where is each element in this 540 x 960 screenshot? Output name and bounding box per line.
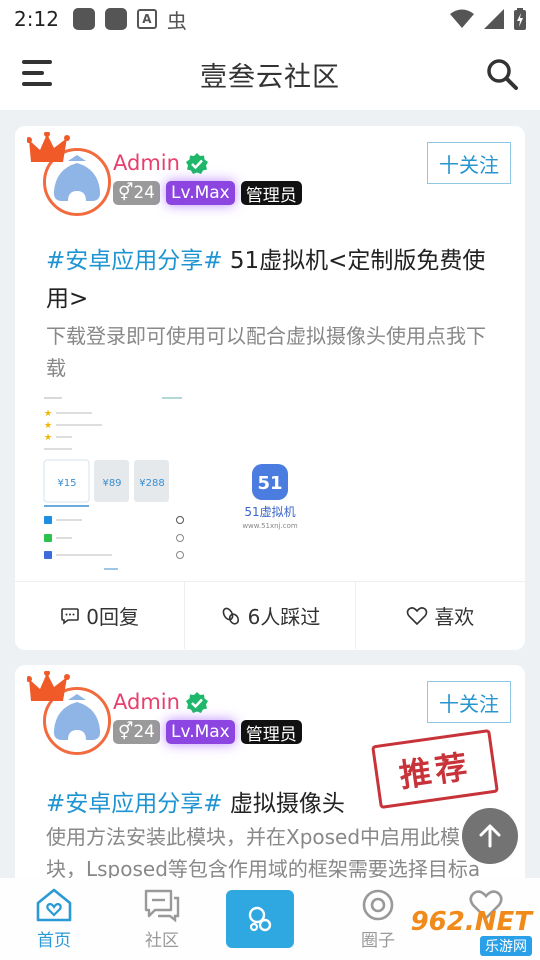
app-bar: 壹叁云社区 <box>0 38 540 110</box>
like-label: 喜欢 <box>434 605 475 629</box>
community-icon <box>144 889 180 922</box>
level-badge: Lv.Max <box>165 181 235 205</box>
battery-icon <box>514 8 526 30</box>
svg-text:★: ★ <box>44 433 52 443</box>
avatar[interactable] <box>27 671 119 755</box>
svg-text:¥89: ¥89 <box>102 478 121 489</box>
search-icon[interactable] <box>486 58 518 90</box>
avatar[interactable] <box>27 132 119 216</box>
post-title[interactable]: #安卓应用分享# 虚拟摄像头 <box>46 785 496 823</box>
status-time: 2:12 <box>14 7 59 31</box>
svg-text:51: 51 <box>257 473 282 494</box>
level-badge: Lv.Max <box>165 720 235 744</box>
post-card[interactable]: Admin ⚥24 Lv.Max 管理员 十关注 #安卓应用分享# 51虚拟机<… <box>15 126 525 650</box>
vm-screenshot-image: ★ ★ ★ ¥15 ¥89 ¥288 51 51虚拟机 www.51xnj.co… <box>42 394 298 580</box>
role-badge: 管理员 <box>240 181 302 206</box>
post-description: 下载登录即可使用可以配合虚拟摄像头使用点我下载 <box>46 324 486 380</box>
compose-icon <box>248 906 272 932</box>
nav-home-label: 首页 <box>37 931 71 951</box>
svg-text:★: ★ <box>44 409 52 419</box>
post-actions: 0回复 6人踩过 喜欢 <box>15 581 525 649</box>
post-image[interactable]: ★ ★ ★ ¥15 ¥89 ¥288 51 51虚拟机 www.51xnj.co… <box>42 394 332 580</box>
home-icon <box>36 888 72 922</box>
signal-icon <box>484 9 504 29</box>
username[interactable]: Admin <box>113 690 180 714</box>
nav-community[interactable]: 社区 <box>108 878 216 960</box>
follow-button[interactable]: 十关注 <box>427 681 511 723</box>
post-feed[interactable]: Admin ⚥24 Lv.Max 管理员 十关注 #安卓应用分享# 51虚拟机<… <box>0 110 540 878</box>
notification-icon <box>104 8 127 30</box>
compose-button[interactable] <box>226 890 294 948</box>
role-badge: 管理员 <box>240 720 302 745</box>
status-bar: 2:12 A 虫 <box>0 0 540 38</box>
username[interactable]: Admin <box>113 151 180 175</box>
svg-text:www.51xnj.com: www.51xnj.com <box>242 522 298 530</box>
svg-text:51虚拟机: 51虚拟机 <box>244 505 295 519</box>
follow-button[interactable]: 十关注 <box>427 142 511 184</box>
comment-icon <box>61 607 80 625</box>
svg-text:¥288: ¥288 <box>139 478 164 489</box>
verified-icon <box>186 153 208 174</box>
nav-home[interactable]: 首页 <box>0 878 108 960</box>
watermark-text: 乐游网 <box>480 936 532 956</box>
reply-button[interactable]: 0回复 <box>15 582 186 649</box>
visits-button[interactable]: 6人踩过 <box>185 582 356 649</box>
crown-icon <box>27 132 70 162</box>
bug-notification-icon: 虫 <box>166 8 187 33</box>
post-title[interactable]: #安卓应用分享# 51虚拟机<定制版免费使用> <box>46 242 496 318</box>
svg-text:★: ★ <box>44 421 52 431</box>
topic-tag[interactable]: #安卓应用分享# <box>46 248 223 274</box>
post-card[interactable]: Admin ⚥24 Lv.Max 管理员 十关注 推荐 #安卓应用分享# 虚拟摄… <box>15 665 525 878</box>
gender-age-badge: ⚥24 <box>113 720 160 744</box>
font-notification-icon: A <box>136 9 157 29</box>
crown-icon <box>27 671 70 701</box>
reply-count: 0回复 <box>86 605 140 629</box>
arrow-up-icon <box>479 824 501 848</box>
watermark-logo: 962.NET <box>410 907 532 937</box>
visit-count: 6人踩过 <box>247 605 321 629</box>
site-watermark: 962.NET 乐游网 <box>390 904 540 960</box>
nav-community-label: 社区 <box>145 931 179 951</box>
menu-icon[interactable] <box>22 60 52 86</box>
footprint-icon <box>222 607 239 625</box>
wifi-icon <box>450 9 474 28</box>
topic-tag[interactable]: #安卓应用分享# <box>46 791 223 817</box>
like-button[interactable]: 喜欢 <box>356 582 525 649</box>
heart-icon <box>407 606 428 625</box>
nav-compose[interactable] <box>216 878 324 960</box>
page-title: 壹叁云社区 <box>200 61 340 93</box>
verified-icon <box>186 692 208 713</box>
post-description: 使用方法安装此模块，并在Xposed中启用此模块，Lsposed等包含作用域的框… <box>46 825 481 878</box>
notification-icon <box>72 8 95 30</box>
svg-text:¥15: ¥15 <box>57 478 76 489</box>
gender-age-badge: ⚥24 <box>113 181 160 205</box>
scroll-top-button[interactable] <box>462 808 518 864</box>
